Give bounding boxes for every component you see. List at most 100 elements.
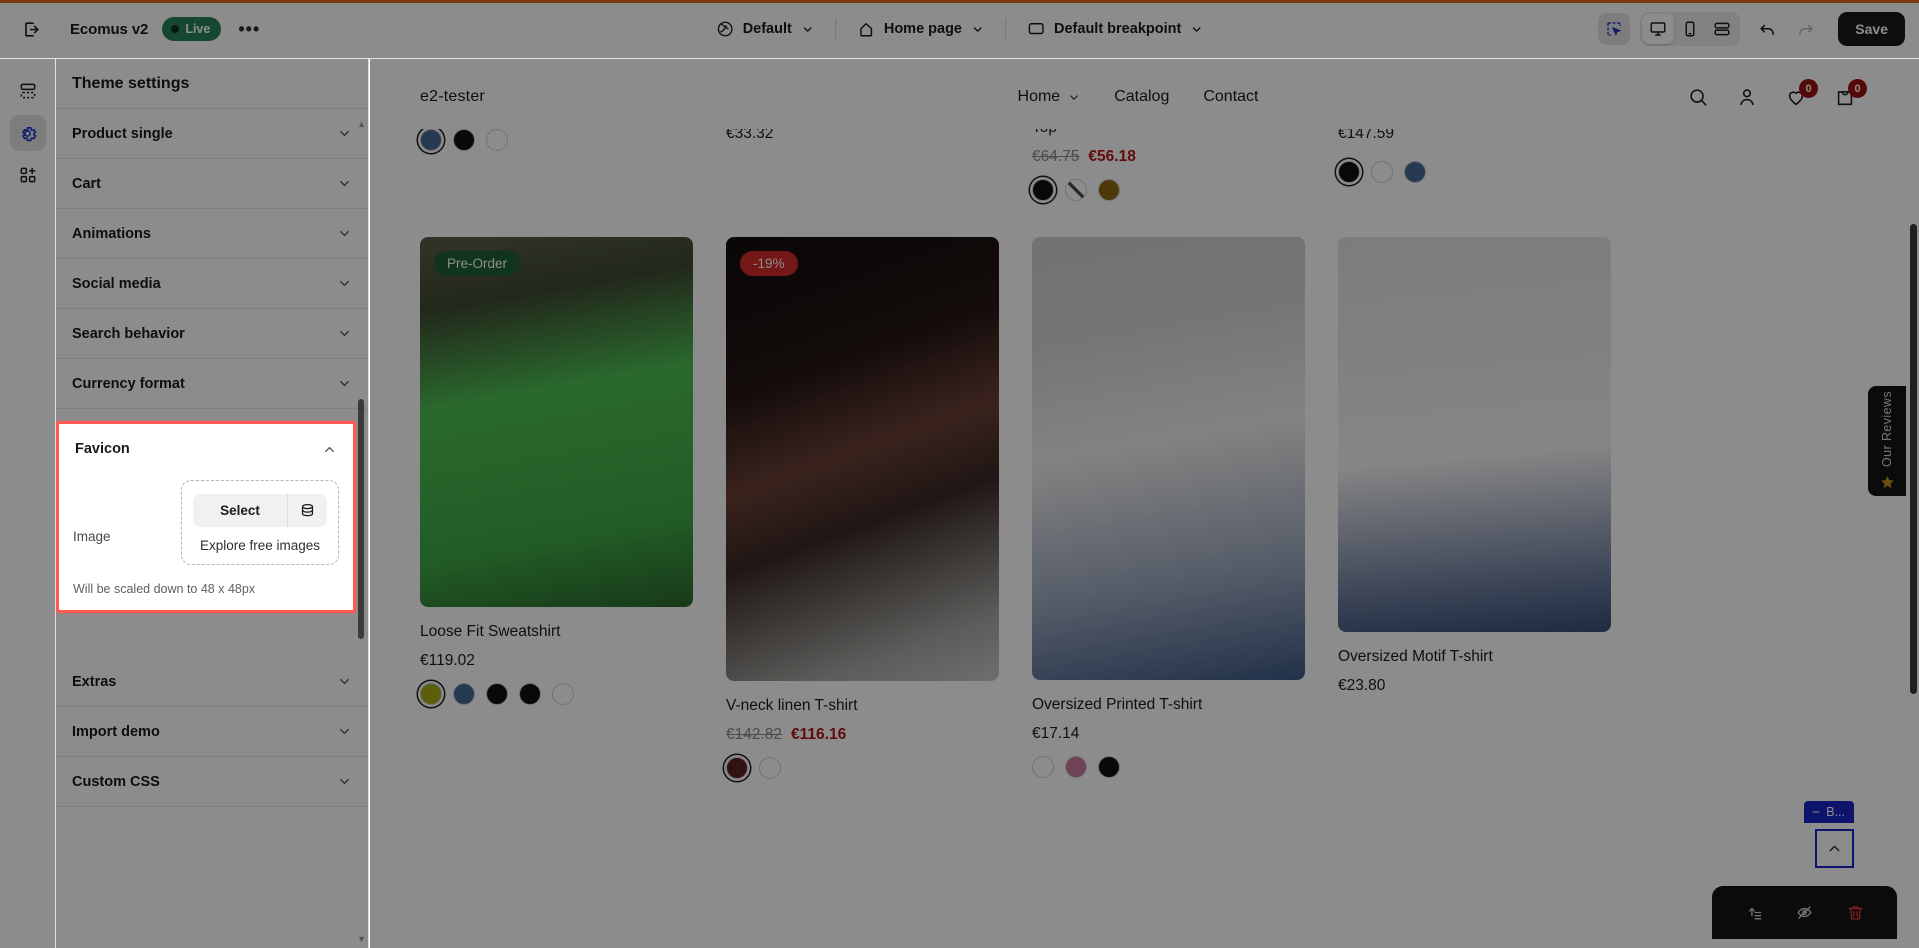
color-swatch[interactable] bbox=[486, 129, 508, 151]
color-swatch[interactable] bbox=[1065, 756, 1087, 778]
nav-label: Catalog bbox=[1114, 88, 1170, 105]
breakpoint-selector-label: Default breakpoint bbox=[1054, 21, 1182, 37]
mobile-view-button[interactable] bbox=[1674, 14, 1706, 44]
sidebar-item-sections[interactable] bbox=[10, 73, 46, 109]
color-swatch[interactable] bbox=[519, 683, 541, 705]
panel-header: Theme settings bbox=[56, 59, 368, 109]
accordion-currency-format[interactable]: Currency format bbox=[56, 359, 368, 409]
accordion-favicon[interactable]: Favicon bbox=[59, 424, 353, 474]
color-swatch[interactable] bbox=[1338, 161, 1360, 183]
save-button[interactable]: Save bbox=[1838, 12, 1905, 46]
select-tool-button[interactable] bbox=[1598, 13, 1631, 45]
product-card-partial[interactable] bbox=[420, 129, 693, 244]
accordion-social-media[interactable]: Social media bbox=[56, 259, 368, 309]
color-swatch[interactable] bbox=[486, 683, 508, 705]
color-swatch[interactable] bbox=[552, 683, 574, 705]
monitor-icon bbox=[1028, 23, 1044, 35]
move-element-button[interactable] bbox=[1739, 898, 1769, 928]
color-swatch[interactable] bbox=[726, 757, 748, 779]
undo-button[interactable] bbox=[1750, 12, 1784, 46]
accordion-product-single[interactable]: Product single bbox=[56, 109, 368, 159]
product-title[interactable]: Oversized Motif T-shirt bbox=[1338, 648, 1611, 666]
nav-item-home[interactable]: Home bbox=[1018, 88, 1081, 106]
color-swatch[interactable] bbox=[420, 129, 442, 151]
color-swatch[interactable] bbox=[759, 757, 781, 779]
fullwidth-view-button[interactable] bbox=[1706, 14, 1738, 44]
color-swatch[interactable] bbox=[1404, 161, 1426, 183]
product-title[interactable]: Oversized Printed T-shirt bbox=[1032, 696, 1305, 714]
product-image[interactable]: -19% bbox=[726, 237, 999, 681]
chevron-down-icon bbox=[803, 26, 812, 32]
product-card-partial[interactable]: €147.59 bbox=[1338, 129, 1611, 244]
panel-scroll-up-arrow[interactable]: ▲ bbox=[357, 119, 366, 129]
color-swatch[interactable] bbox=[1371, 161, 1393, 183]
sidebar-item-theme-settings[interactable] bbox=[9, 115, 46, 151]
color-swatch[interactable] bbox=[1098, 179, 1120, 201]
drag-handle-icon[interactable] bbox=[1811, 807, 1821, 817]
exit-editor-button[interactable] bbox=[14, 12, 48, 46]
select-image-button[interactable]: Select bbox=[193, 494, 287, 527]
product-card[interactable]: Oversized Motif T-shirt €23.80 bbox=[1338, 237, 1611, 779]
product-card[interactable]: Oversized Printed T-shirt €17.14 bbox=[1032, 237, 1305, 779]
chevron-down-icon bbox=[340, 678, 349, 685]
nav-item-catalog[interactable]: Catalog bbox=[1114, 88, 1169, 106]
product-image[interactable] bbox=[1032, 237, 1305, 680]
panel-scrollbar-thumb[interactable] bbox=[358, 399, 364, 639]
fullwidth-icon bbox=[1714, 22, 1730, 36]
desktop-view-button[interactable] bbox=[1642, 14, 1675, 44]
account-button[interactable] bbox=[1736, 86, 1758, 108]
sections-icon bbox=[20, 83, 35, 99]
product-card[interactable]: -19% V-neck linen T-shirt €142.82 €116.16 bbox=[726, 237, 999, 779]
product-card-partial[interactable]: €33.32 bbox=[726, 129, 999, 244]
color-swatch[interactable] bbox=[453, 683, 475, 705]
color-swatch[interactable] bbox=[1098, 756, 1120, 778]
sidebar-item-apps[interactable] bbox=[10, 157, 46, 193]
chevron-down-icon bbox=[340, 230, 349, 237]
accordion-cart[interactable]: Cart bbox=[56, 159, 368, 209]
product-title[interactable]: Loose Fit Sweatshirt bbox=[420, 623, 693, 641]
our-reviews-tab[interactable]: Our Reviews bbox=[1868, 386, 1906, 496]
delete-element-button[interactable] bbox=[1841, 898, 1871, 928]
store-logo[interactable]: e2-tester bbox=[420, 88, 485, 106]
color-swatch[interactable] bbox=[453, 129, 475, 151]
redo-button[interactable] bbox=[1788, 12, 1822, 46]
globe-icon bbox=[717, 21, 733, 37]
accordion-custom-css[interactable]: Custom CSS bbox=[56, 757, 368, 807]
accordion-extras[interactable]: Extras bbox=[56, 657, 368, 707]
breakpoint-selector[interactable]: Default breakpoint bbox=[1016, 13, 1214, 45]
our-reviews-label: Our Reviews bbox=[1880, 390, 1894, 467]
accordion-label: Cart bbox=[72, 175, 102, 192]
product-title[interactable]: Top bbox=[1032, 129, 1305, 137]
product-title[interactable]: V-neck linen T-shirt bbox=[726, 697, 999, 715]
product-card-partial[interactable]: Top €64.75 €56.18 bbox=[1032, 129, 1305, 244]
explore-free-images-link[interactable]: Explore free images bbox=[200, 538, 320, 553]
search-button[interactable] bbox=[1687, 86, 1709, 108]
product-image[interactable] bbox=[1338, 237, 1611, 632]
back-to-top-button[interactable] bbox=[1815, 829, 1854, 868]
wishlist-button[interactable]: 0 bbox=[1785, 79, 1818, 108]
color-swatch[interactable] bbox=[1032, 756, 1054, 778]
favicon-image-label: Image bbox=[73, 529, 111, 544]
product-price: €17.14 bbox=[1032, 725, 1080, 742]
color-swatch[interactable] bbox=[1032, 179, 1054, 201]
theme-selector[interactable]: Default bbox=[705, 13, 825, 45]
storefront-header: e2-tester Home Catalog Contact 0 0 bbox=[370, 65, 1906, 129]
open-image-library-button[interactable] bbox=[287, 494, 327, 527]
hide-element-button[interactable] bbox=[1790, 898, 1820, 928]
favicon-image-dropzone[interactable]: Select Explore free images bbox=[181, 480, 339, 565]
more-options-button[interactable]: ••• bbox=[233, 14, 265, 44]
page-selector[interactable]: Home page bbox=[846, 13, 995, 45]
home-icon bbox=[859, 23, 872, 37]
accordion-search-behavior[interactable]: Search behavior bbox=[56, 309, 368, 359]
nav-item-contact[interactable]: Contact bbox=[1203, 88, 1258, 106]
panel-scroll-down-arrow[interactable]: ▼ bbox=[357, 934, 366, 944]
accordion-import-demo[interactable]: Import demo bbox=[56, 707, 368, 757]
color-swatch[interactable] bbox=[420, 683, 442, 705]
color-swatch[interactable] bbox=[1065, 179, 1087, 201]
preview-scrollbar-thumb[interactable] bbox=[1910, 224, 1917, 694]
cart-button[interactable]: 0 bbox=[1834, 79, 1867, 108]
product-image[interactable]: Pre-Order bbox=[420, 237, 693, 607]
accordion-animations[interactable]: Animations bbox=[56, 209, 368, 259]
product-card[interactable]: Pre-Order Loose Fit Sweatshirt €119.02 bbox=[420, 237, 693, 779]
mobile-icon bbox=[1685, 21, 1695, 37]
